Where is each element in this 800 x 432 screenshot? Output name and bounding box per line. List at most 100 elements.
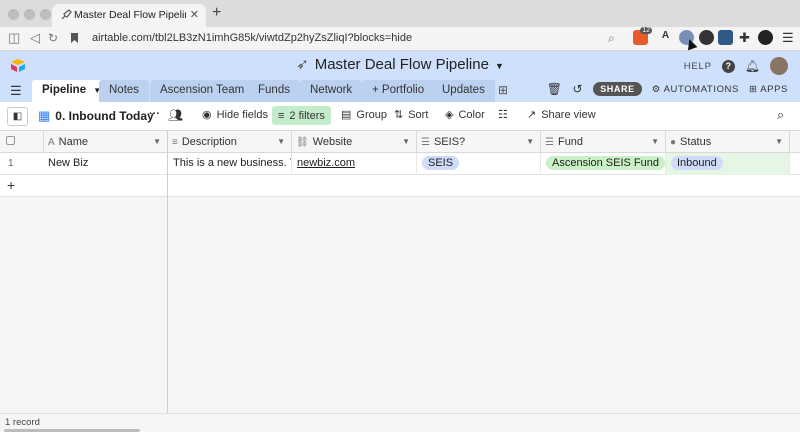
apps-icon: ⊞ [748,83,758,95]
tab-updates[interactable]: Updates [432,80,495,102]
back-icon[interactable]: ◁ [30,30,40,46]
hide-fields-label: Hide fields [216,108,268,121]
avatar[interactable] [770,57,788,75]
chevron-down-icon[interactable]: ▼ [277,131,285,153]
single-select-icon: ● [670,137,677,148]
tab-label: Pipeline [42,84,87,96]
share-icon: ↗ [527,109,537,121]
new-tab-button[interactable]: + [212,4,221,22]
tab-label: Funds [258,84,290,96]
tab-label: Notes [109,84,140,96]
add-field-button[interactable] [790,131,800,153]
hamburger-icon[interactable]: ☰ [10,83,22,99]
color-button[interactable]: ◈ Color [445,108,485,122]
website-link[interactable]: newbiz.com [297,157,355,169]
column-header-description[interactable]: ≡ Description ▼ [168,131,292,153]
column-header-status[interactable]: ● Status ▼ [666,131,790,153]
tab-ascension-team[interactable]: Ascension Team [150,80,255,102]
bell-icon[interactable]: 🔔︎ [745,59,760,73]
cell-website[interactable]: newbiz.com [292,153,417,175]
base-header: ➶ Master Deal Flow Pipeline ▼ HELP ? 🔔︎ [0,51,800,79]
automations-button[interactable]: ⚙︎ AUTOMATIONS [652,84,739,95]
link-icon: ⛓︎ [296,137,309,148]
text-field-icon: A [48,137,55,148]
color-label: Color [458,108,485,121]
brave-shield-icon[interactable]: 12 [633,27,652,45]
cell-status[interactable]: Inbound [666,153,790,175]
column-label: Fund [557,136,584,148]
extension-icon-c[interactable] [699,30,714,45]
help-icon[interactable]: ? [721,59,735,73]
views-sidebar-toggle[interactable]: ◧ [7,107,28,126]
view-more-button[interactable]: ··· [149,108,160,120]
history-icon[interactable]: ↺ [573,82,584,96]
base-title-button[interactable]: ➶ Master Deal Flow Pipeline ▼ [0,55,800,73]
tab-funds[interactable]: Funds [248,80,300,102]
close-tab-icon[interactable]: ✕ [190,8,199,21]
cell-fund[interactable]: Ascension SEIS Fund [541,153,666,175]
share-view-button[interactable]: ↗ Share view [527,108,596,122]
tab-notes[interactable]: Notes [99,80,150,102]
chevron-down-icon[interactable]: ▼ [153,131,161,153]
checkbox-icon [6,136,15,145]
zoom-icon[interactable]: ⌕ [608,31,615,46]
frozen-column-divider [167,131,168,413]
column-header-name[interactable]: A Name ▼ [44,131,168,153]
menu-icon[interactable]: ☰ [782,30,794,46]
chevron-down-icon[interactable]: ▼ [402,131,410,153]
tab-network[interactable]: Network [300,80,363,102]
view-switcher[interactable]: ▦ 0. Inbound Today [38,108,154,124]
record-count: 1 record [5,417,40,428]
share-view-label: Share view [541,108,596,121]
extension-icon-a[interactable]: A [658,30,673,45]
add-record-row[interactable] [168,175,800,197]
column-header-fund[interactable]: ☰ Fund ▼ [541,131,666,153]
tab-label: + Portfolio [372,84,425,96]
tab-pipeline[interactable]: Pipeline ▼ [32,80,109,102]
summary-bar: 1 record [0,413,800,432]
group-button[interactable]: ▤ Group [341,108,387,122]
row-height-icon[interactable]: ☷ [498,108,508,121]
eye-icon: ◉ [202,109,212,121]
column-header-seis[interactable]: ☰ SEIS? ▼ [417,131,541,153]
help-label[interactable]: HELP [684,61,712,72]
fund-tag: Ascension SEIS Fund [546,156,665,170]
sort-button[interactable]: ⇅ Sort [394,108,428,122]
tab-portfolio[interactable]: + Portfolio [362,80,435,102]
add-table-icon[interactable]: ⊞ [498,83,508,97]
table-row[interactable]: 1 New Biz This is a new business. Th... … [0,153,800,175]
cell-description[interactable]: This is a new business. Th... [168,153,292,175]
add-record-button[interactable]: + [0,175,168,197]
apps-button[interactable]: ⊞ APPS [749,84,788,95]
chevron-down-icon[interactable]: ▼ [526,131,534,153]
trash-icon[interactable]: 🗑︎ [547,82,563,96]
chevron-down-icon[interactable]: ▼ [651,131,659,153]
cell-seis[interactable]: SEIS [417,153,541,175]
hide-fields-button[interactable]: ◉ Hide fields [202,108,268,122]
view-toolbar: ◧ ▦ 0. Inbound Today ··· 👥︎ ◉ Hide fields… [0,102,800,131]
zoom-window-button[interactable] [40,9,51,20]
profile-icon[interactable] [758,30,773,45]
view-name: 0. Inbound Today [55,109,154,123]
grid: A Name ▼ ≡ Description ▼ ⛓︎ Website ▼ ☰ SEIS? ▼ … [0,131,800,413]
puzzle-icon[interactable]: ✚ [739,30,750,46]
share-button[interactable]: SHARE [593,82,642,96]
sidebar-toggle-icon[interactable]: ◫ [8,30,20,46]
filters-button[interactable]: ≡ 2 filters [272,106,331,125]
automations-label: AUTOMATIONS [663,83,739,95]
collaborators-icon[interactable]: 👥︎ [168,108,183,122]
chevron-down-icon[interactable]: ▼ [775,131,783,153]
browser-tab-bar: Master Deal Flow Pipeline: Pipe ✕ + [0,0,800,27]
minimize-window-button[interactable] [24,9,35,20]
long-text-icon: ≡ [172,137,178,148]
select-all-checkbox[interactable] [0,131,44,153]
extension-icon-d[interactable] [718,30,733,45]
cell-name[interactable]: New Biz [44,153,168,175]
multi-select-icon: ☰ [421,137,430,148]
column-header-website[interactable]: ⛓︎ Website ▼ [292,131,417,153]
close-window-button[interactable] [8,9,19,20]
browser-tab[interactable]: Master Deal Flow Pipeline: Pipe ✕ [52,4,206,27]
url-field[interactable]: airtable.com/tbl2LB3zN1imhG85k/viwtdZp2h… [66,29,631,49]
search-icon[interactable]: ⌕ [777,107,784,123]
reload-icon[interactable]: ↻ [48,31,58,45]
